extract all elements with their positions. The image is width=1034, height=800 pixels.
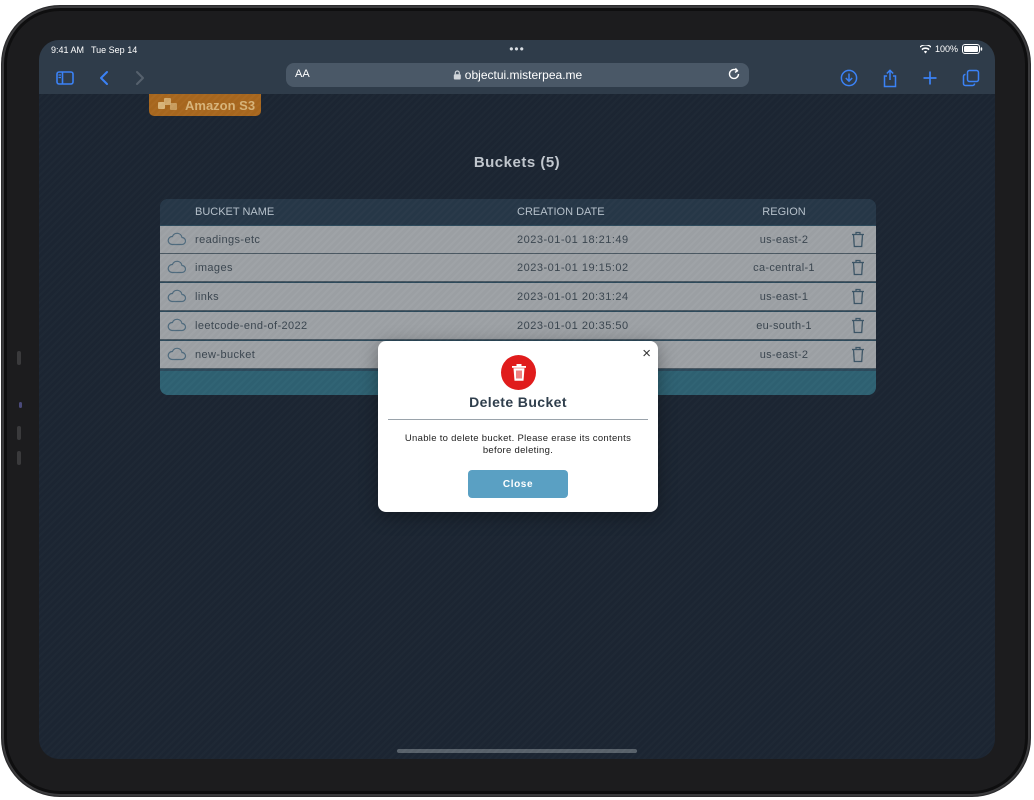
creation-date: 2023-01-01 20:35:50 — [517, 320, 629, 332]
home-indicator[interactable] — [397, 749, 637, 753]
creation-date: 2023-01-01 18:21:49 — [517, 234, 629, 246]
share-icon[interactable] — [880, 68, 900, 88]
status-bar: 9:41 AM Tue Sep 14 ••• 100% — [39, 40, 995, 62]
creation-date: 2023-01-01 19:15:02 — [517, 262, 629, 274]
table-row[interactable]: images 2023-01-01 19:15:02 ca-central-1 — [160, 254, 876, 282]
delete-bucket-dialog: × Delete Bucket Unable to delete bucket.… — [378, 341, 658, 512]
volume-button — [17, 426, 21, 440]
url-display[interactable]: objectui.misterpea.me — [453, 68, 582, 82]
dialog-message: Unable to delete bucket. Please erase it… — [404, 433, 632, 456]
divider — [388, 419, 648, 420]
cloud-icon — [167, 318, 187, 335]
trash-badge — [501, 355, 536, 390]
region: us-east-2 — [759, 234, 809, 246]
status-time: 9:41 AM — [51, 45, 85, 55]
trash-icon[interactable] — [851, 317, 865, 337]
header-bucket-name: BUCKET NAME — [195, 206, 275, 218]
cloud-icon — [167, 260, 187, 277]
table-row[interactable]: readings-etc 2023-01-01 18:21:49 us-east… — [160, 226, 876, 254]
url-text: objectui.misterpea.me — [464, 68, 583, 82]
battery-icon — [962, 44, 983, 54]
creation-date: 2023-01-01 20:31:24 — [517, 291, 629, 303]
bucket-name[interactable]: readings-etc — [195, 234, 260, 246]
dialog-title: Delete Bucket — [469, 394, 567, 410]
trash-icon[interactable] — [851, 346, 865, 366]
battery-percent: 100% — [934, 44, 958, 54]
bucket-name[interactable]: leetcode-end-of-2022 — [195, 320, 308, 332]
bucket-name[interactable]: images — [195, 262, 233, 274]
region: us-east-2 — [759, 349, 809, 361]
screen: 9:41 AM Tue Sep 14 ••• 100% AA objectui.… — [39, 40, 995, 759]
cloud-icon — [167, 347, 187, 364]
reload-icon[interactable] — [727, 67, 741, 84]
region: eu-south-1 — [756, 320, 812, 332]
cloud-icon — [167, 232, 187, 249]
trash-icon — [511, 364, 526, 381]
region: ca-central-1 — [753, 262, 815, 274]
download-icon[interactable] — [839, 68, 859, 88]
lock-icon — [453, 70, 461, 80]
volume-button — [17, 451, 21, 465]
logo-text: Amazon S3 — [185, 97, 256, 113]
browser-toolbar: AA objectui.misterpea.me — [39, 62, 995, 94]
back-icon[interactable] — [94, 68, 114, 88]
text-size-button[interactable]: AA — [295, 68, 310, 80]
address-bar[interactable]: AA objectui.misterpea.me — [286, 63, 749, 87]
region: us-east-1 — [759, 291, 809, 303]
page-title: Buckets (5) — [473, 154, 561, 171]
status-indicators: 100% — [919, 44, 983, 54]
bucket-name[interactable]: new-bucket — [195, 349, 255, 361]
table-row[interactable]: links 2023-01-01 20:31:24 us-east-1 — [160, 283, 876, 311]
trash-icon[interactable] — [851, 231, 865, 251]
forward-icon[interactable] — [130, 68, 150, 88]
table-header: BUCKET NAME CREATION DATE REGION — [160, 199, 876, 225]
cloud-icon — [167, 289, 187, 306]
wifi-icon — [919, 44, 931, 53]
close-icon[interactable]: × — [642, 345, 651, 362]
trash-icon[interactable] — [851, 259, 865, 279]
new-tab-icon[interactable] — [920, 68, 940, 88]
bucket-name[interactable]: links — [195, 291, 219, 303]
trash-icon[interactable] — [851, 288, 865, 308]
sidebar-icon[interactable] — [55, 68, 75, 88]
status-date: Tue Sep 14 — [91, 45, 138, 55]
volume-button — [17, 351, 21, 365]
tabs-icon[interactable] — [961, 68, 981, 88]
header-region: REGION — [762, 206, 806, 218]
multitasking-dots[interactable]: ••• — [509, 42, 525, 56]
camera-dot — [19, 402, 22, 408]
s3-logo-icon — [158, 98, 177, 110]
table-row[interactable]: leetcode-end-of-2022 2023-01-01 20:35:50… — [160, 312, 876, 340]
amazon-s3-logo[interactable]: Amazon S3 — [149, 94, 261, 116]
close-button[interactable]: Close — [468, 470, 568, 498]
header-creation-date: CREATION DATE — [517, 206, 605, 218]
